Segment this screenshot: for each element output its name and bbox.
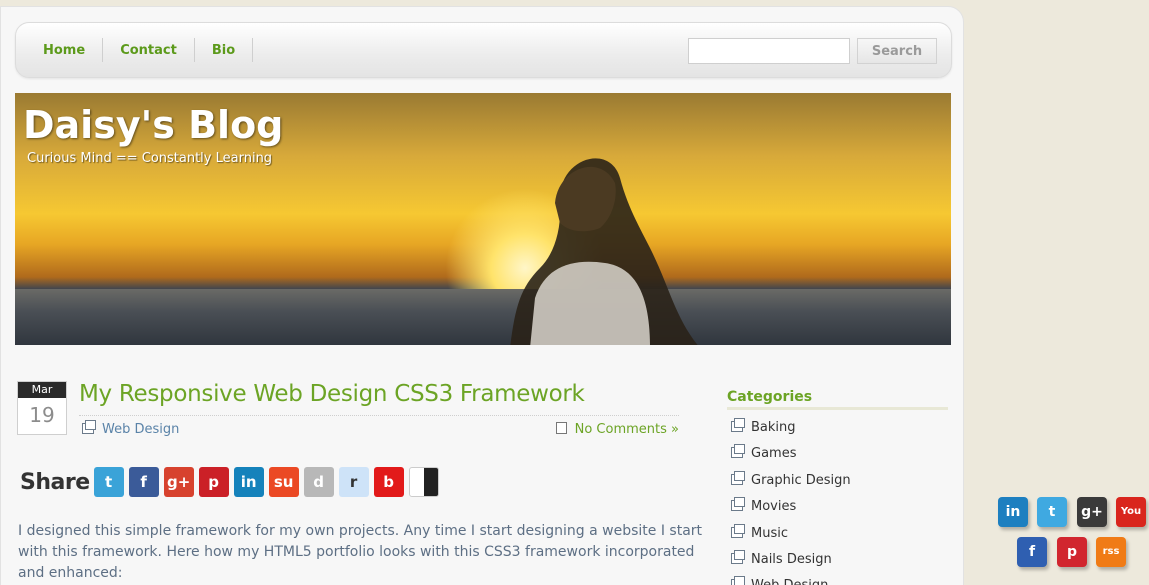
category-label: Graphic Design — [751, 472, 851, 488]
post-category-link[interactable]: Web Design — [82, 420, 180, 437]
post-date-day: 19 — [29, 403, 55, 427]
post-title[interactable]: My Responsive Web Design CSS3 Framework — [79, 381, 585, 407]
digg-icon[interactable]: d — [303, 467, 334, 497]
delicious-icon[interactable] — [408, 467, 439, 497]
rss-icon[interactable]: rss — [1096, 537, 1126, 567]
category-icon — [731, 576, 745, 585]
search-input[interactable] — [688, 38, 850, 64]
banner-sea — [15, 289, 951, 345]
category-item[interactable]: Games — [731, 444, 851, 470]
share-label: Share — [20, 469, 90, 495]
category-icon — [731, 523, 745, 538]
category-icon — [731, 549, 745, 564]
pinterest-icon[interactable]: p — [1057, 537, 1087, 567]
post-date-badge: Mar 19 — [17, 381, 67, 435]
post-comments-label: No Comments » — [574, 422, 679, 437]
nav-contact[interactable]: Contact — [103, 38, 195, 62]
category-item[interactable]: Music — [731, 523, 851, 550]
facebook-icon[interactable]: f — [1017, 537, 1047, 567]
post-comments-link[interactable]: No Comments » — [555, 422, 679, 437]
category-item[interactable]: Nails Design — [731, 549, 851, 576]
category-label: Games — [751, 446, 797, 462]
blog-subtitle: Curious Mind == Constantly Learning — [27, 151, 273, 166]
google-plus-icon[interactable]: g+ — [1077, 497, 1107, 527]
youtube-icon[interactable]: You — [1116, 497, 1146, 527]
bebo-icon[interactable]: b — [373, 467, 404, 497]
category-item[interactable]: Graphic Design — [731, 470, 851, 497]
category-label: Baking — [751, 420, 796, 435]
category-item[interactable]: Baking — [731, 418, 851, 444]
category-icon — [731, 497, 745, 512]
post-meta: Web Design No Comments » — [79, 415, 679, 443]
header-banner: Daisy's Blog Curious Mind == Constantly … — [15, 93, 951, 345]
category-label: Web Design — [751, 578, 828, 585]
blog-title[interactable]: Daisy's Blog — [23, 103, 283, 147]
post-body-text: I designed this simple framework for my … — [18, 523, 703, 581]
category-label: Music — [751, 525, 788, 541]
stumbleupon-icon[interactable]: su — [268, 467, 299, 497]
categories-list: Baking Games Graphic Design Movies Music Nail… — [731, 418, 851, 585]
twitter-icon[interactable]: t — [1037, 497, 1067, 527]
pinterest-icon[interactable]: p — [198, 467, 229, 497]
category-icon — [731, 470, 745, 485]
twitter-icon[interactable]: t — [93, 467, 124, 497]
category-icon — [82, 420, 96, 434]
category-icon — [731, 418, 745, 432]
google-plus-icon[interactable]: g+ — [163, 467, 194, 497]
category-label: Movies — [751, 499, 797, 515]
post-category-label: Web Design — [102, 422, 180, 437]
category-item[interactable]: Movies — [731, 497, 851, 523]
category-label: Nails Design — [751, 551, 832, 567]
share-bar: Share t f g+ p in su d r b — [20, 467, 444, 497]
top-navbar: Home Contact Bio Search — [15, 22, 952, 78]
search-button[interactable]: Search — [857, 38, 937, 64]
comments-icon — [555, 422, 567, 434]
linkedin-icon[interactable]: in — [998, 497, 1028, 527]
linkedin-icon[interactable]: in — [233, 467, 264, 497]
category-item[interactable]: Web Design — [731, 576, 851, 585]
post-date-month: Mar — [18, 382, 66, 398]
main-nav: Home Contact Bio — [26, 38, 254, 62]
categories-title: Categories — [727, 389, 948, 410]
nav-home[interactable]: Home — [26, 38, 104, 62]
reddit-icon[interactable]: r — [338, 467, 369, 497]
banner-person-silhouette — [510, 158, 698, 345]
category-icon — [731, 444, 745, 459]
facebook-icon[interactable]: f — [128, 467, 159, 497]
nav-bio[interactable]: Bio — [195, 38, 254, 62]
